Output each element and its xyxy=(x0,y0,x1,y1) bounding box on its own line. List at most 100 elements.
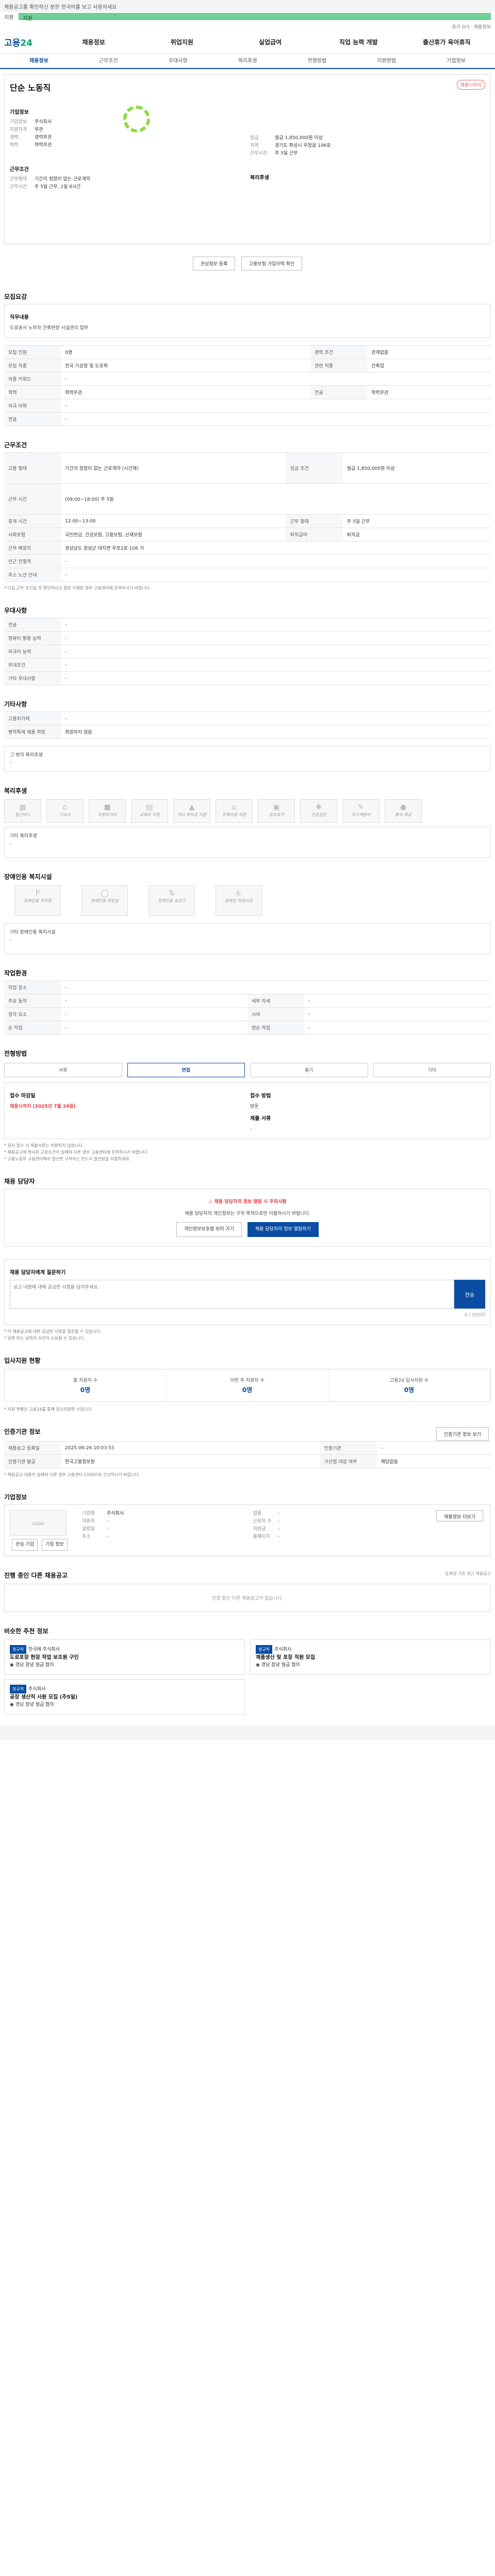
tab-welfare[interactable]: 복리후생 xyxy=(213,54,283,68)
cell-key: 관련 직종 xyxy=(310,359,368,372)
summary-key: 임금 xyxy=(250,135,259,141)
nav-benefit[interactable]: 실업급여 xyxy=(226,38,314,46)
table-row: 우대조건 - xyxy=(4,658,491,672)
footer-bar xyxy=(0,1725,495,1740)
cell-key: 주소 노선 안내 xyxy=(4,568,61,582)
welfare-label: 경조휴가 xyxy=(269,812,284,817)
manager-warning: ⚠ 채용 담당자의 정보 열람 시 주의사항 xyxy=(14,1198,481,1206)
selection-steps: 서류 면접 필기 기타 xyxy=(4,1063,491,1077)
cell-key: 전공 xyxy=(4,618,61,632)
disabled-item: ◯ 장애인용 화장실 xyxy=(81,885,128,916)
tab-preference[interactable]: 우대사항 xyxy=(143,54,213,68)
cell-key: 세부 자세 xyxy=(248,994,304,1008)
interest-button[interactable]: 관심정보 등록 xyxy=(192,257,236,270)
company-value: 주식회사 xyxy=(107,1511,124,1516)
view-manager-button[interactable]: 채용 담당자의 정보 열람하기 xyxy=(247,1222,319,1237)
step-documents: 서류 xyxy=(4,1063,122,1077)
recommend-card[interactable]: 정규직 주식회사 제품생산 및 포장 직원 모집 ◉ 경남 창녕 월급 협의 xyxy=(250,1639,491,1675)
job-desc-text: 도로공사 노무자 건축현장 시설관리 업무 xyxy=(10,326,89,331)
summary-row: 지역 경기도 화성시 우정읍 106호 xyxy=(250,142,485,150)
cell-value: 경상남도 창녕군 대지면 우포2로 106 가 xyxy=(61,541,491,555)
cell-value: 0명 xyxy=(61,345,311,359)
manager-title: 채용 담당자 xyxy=(4,1178,35,1185)
conditions-note: * 다음 근무 조건을 꼭 확인하시고 잘못 기재된 경우 고용센터에 문의하시… xyxy=(4,586,151,590)
summary-value: 경력무관 xyxy=(35,135,52,140)
cond-value: 기간의 정함이 없는 근로계약 xyxy=(35,177,90,182)
summary-value: 월급 1,850,000원 이상 xyxy=(275,135,323,141)
stat-item: 총 지원자 수 0명 xyxy=(5,1369,167,1401)
cell-value: - xyxy=(61,631,491,645)
summary-key: 지역 xyxy=(250,143,259,148)
summary-row: 경력 경력무관 xyxy=(10,134,245,142)
etc-box-title: 그 밖의 복리후생 xyxy=(10,753,43,758)
parking-icon: P xyxy=(35,889,40,897)
table-row: 인근 전철역 - xyxy=(4,554,491,568)
note-line: * 답변 받는 날까지 시간이 소요될 수 있습니다. xyxy=(4,1336,85,1341)
cert-info-button[interactable]: 인증기관 정보 보기 xyxy=(436,1427,489,1441)
table-row: 모집 인원 0명 경력 조건 관계없음 xyxy=(4,345,491,359)
tab-company[interactable]: 기업정보 xyxy=(421,54,491,68)
send-button[interactable]: 전송 xyxy=(454,1280,485,1309)
more-jobs-button[interactable]: 채용정보 더보기 xyxy=(436,1510,483,1521)
fav-company-button[interactable]: 관심 기업 xyxy=(12,1539,38,1551)
job-summary-card: 채용시까지 단순 노동직 기업정보 기업정보 주식회사 지원자격 무관 경력 경력무관… xyxy=(4,74,491,244)
cell-value: - xyxy=(61,568,491,582)
cell-key: 작업 장소 xyxy=(4,980,61,994)
nav-jobs[interactable]: 채용정보 xyxy=(50,38,138,46)
cell-key: 컴퓨터 활용 능력 xyxy=(4,631,61,645)
table-row: 컴퓨터 활용 능력 - xyxy=(4,631,491,645)
disabled-etc-text: - xyxy=(10,938,12,943)
stat-value: 0명 xyxy=(80,1386,91,1394)
step-interview: 면접 xyxy=(127,1063,245,1077)
pin-icon: ◉ xyxy=(10,1663,15,1668)
nav-support[interactable]: 취업지원 xyxy=(138,38,226,46)
cell-key: 사회보험 xyxy=(4,528,61,541)
cell-key: 근무 예정지 xyxy=(4,541,61,555)
recommend-card[interactable]: 정규직 주식회사 공장 생산직 사원 모집 (주5일) ◉ 경남 창녕 월급 협의 xyxy=(4,1679,245,1715)
environment-table: 작업 장소 - 주요 동작 - 세부 자세 - 청각 요소 - 시야 - 손 작업 - 양손 작업… xyxy=(4,980,491,1035)
insurance-check-button[interactable]: 고용보험 가입이력 확인 xyxy=(241,257,303,270)
util-text[interactable]: 휴가 0/3 · 채용정보 xyxy=(452,25,491,30)
tab-selection[interactable]: 전형방법 xyxy=(282,54,352,68)
selection-title: 전형방법 xyxy=(4,1050,27,1057)
company-info-button[interactable]: 기업 정보 xyxy=(41,1539,68,1551)
logo[interactable]: 고용24 xyxy=(4,36,50,48)
section-tabs: 채용정보 근무조건 우대사항 복리후생 전형방법 지원방법 기업정보 xyxy=(0,54,495,69)
recommend-card[interactable]: 정규직 한국에 주식회사 도로포장 현장 작업 보조원 구인 ◉ 경남 창녕 월급 협… xyxy=(4,1639,245,1675)
step-etc: 기타 xyxy=(373,1063,491,1077)
tab-conditions[interactable]: 근무조건 xyxy=(74,54,143,68)
summary-value: 주 5일 근무 xyxy=(275,151,298,156)
table-row: 전공 - xyxy=(4,618,491,632)
question-input[interactable] xyxy=(10,1280,454,1309)
cell-value: 국민연금, 건강보험, 고용보험, 산재보험 xyxy=(61,528,286,541)
nav-leave[interactable]: 출산휴가 육아휴직 xyxy=(403,38,491,46)
disabled-title: 장애인용 복지시설 xyxy=(4,873,52,880)
nav-training[interactable]: 직업 능력 개발 xyxy=(315,38,403,46)
other-jobs-sort: 등록일 기준 최근 채용공고 xyxy=(445,1571,491,1576)
welfare-item: ■ 차량유지비 xyxy=(89,799,126,823)
stat-label: 총 지원자 수 xyxy=(73,1378,98,1383)
tab-recruit[interactable]: 채용정보 xyxy=(4,54,74,68)
cell-value: 학력무관 xyxy=(367,385,491,399)
table-row: 학력 학력무관 전공 학력무관 xyxy=(4,385,491,399)
welfare-item: ▤ 교육비 지원 xyxy=(131,799,168,823)
company-key: 근로자 수 xyxy=(253,1519,272,1524)
stat-item: 이번 주 지원자 수 0명 xyxy=(167,1369,328,1401)
cell-value: 기간의 정함이 없는 근로계약 (시간제) xyxy=(61,452,286,484)
disabled-label: 장애인용 화장실 xyxy=(90,899,119,903)
table-row: 작업 장소 - xyxy=(4,980,491,994)
environment-title: 작업환경 xyxy=(4,970,27,977)
recruit-title: 모집요강 xyxy=(4,293,27,300)
alert-icon: ⚠ xyxy=(208,1199,214,1205)
disabled-label: 장애인용 주차장 xyxy=(23,899,52,903)
job-salary: 월급 협의 xyxy=(281,1663,300,1668)
stat-value: 0명 xyxy=(242,1386,253,1394)
privacy-law-button[interactable]: 개인정보보호법 보러 가기 xyxy=(176,1222,242,1237)
welfare-item: ⌂ 주택자금 지원 xyxy=(216,799,253,823)
company-key: 기업명 xyxy=(82,1511,95,1516)
tab-apply[interactable]: 지원방법 xyxy=(352,54,421,68)
company-value: - xyxy=(277,1527,279,1532)
applicant-note: * 지원 현황은 고용24를 통해 입사지원한 수입니다. xyxy=(4,1407,93,1412)
welfare-item: ● 중식 제공 xyxy=(385,799,422,823)
cell-value: - xyxy=(304,994,491,1008)
